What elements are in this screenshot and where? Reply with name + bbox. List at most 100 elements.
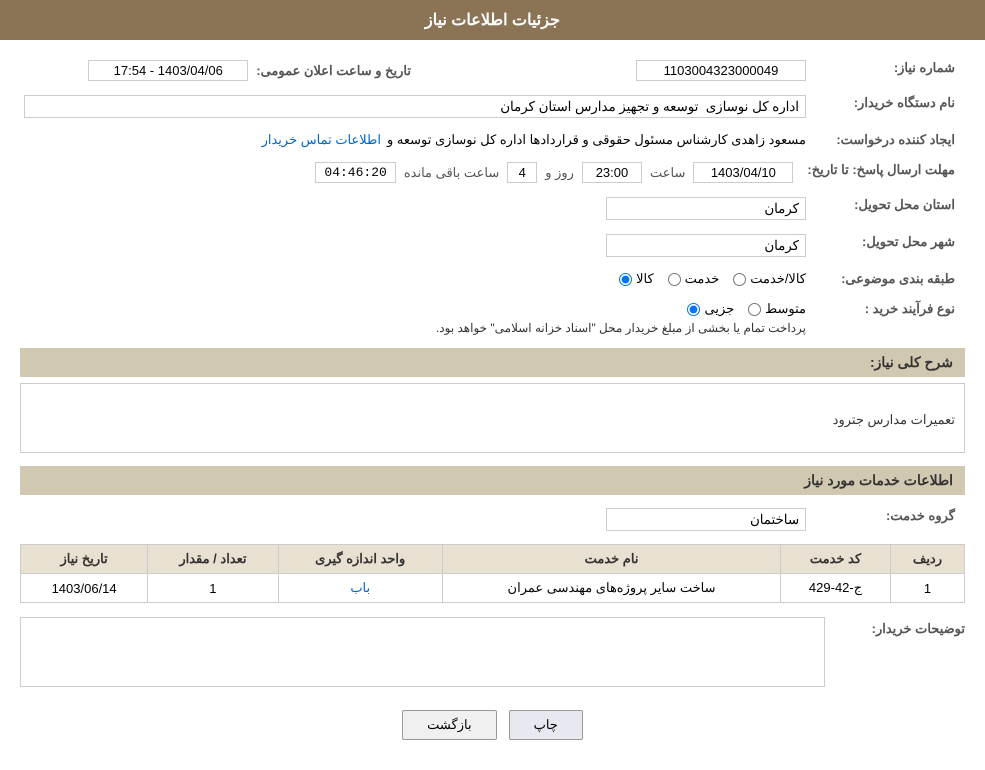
row-sharh: شرح کلی نیاز: تعمیرات مدارس جترود [20,348,965,456]
tabaqe-radio-khedmat-input[interactable] [668,273,681,286]
noe-radio-motevaset-input[interactable] [748,303,761,316]
col-tarikh: تاریخ نیاز [21,545,148,574]
buyer-desc-section: توضیحات خریدار: [20,617,965,690]
tarikh-label: تاریخ و ساعت اعلان عمومی: [256,63,411,79]
sharh-value-overlay: تعمیرات مدارس جترود [833,412,955,428]
ijad-label: ایجاد کننده درخواست: [810,127,965,153]
row-ijad: ایجاد کننده درخواست: مسعود زاهدی کارشناس… [20,127,965,153]
cell-radif: 1 [890,574,964,603]
buttons-row: بازگشت چاپ [20,710,965,740]
services-title-text: اطلاعات خدمات مورد نیاز [804,472,953,488]
mohlet-value-cell: 1403/04/10 ساعت 23:00 روز و 4 ساعت باقی … [20,157,797,188]
shomara-niaz-value: 1103004323000049 [411,55,810,86]
buyer-desc-textarea-wrapper [20,617,825,690]
shahr-input[interactable] [606,234,806,257]
tabaqe-radio-kala-khedmat[interactable]: کالا/خدمت [733,271,806,287]
col-tedad: تعداد / مقدار [148,545,278,574]
tabaqe-khedmat-label: خدمت [685,271,720,287]
cell-kod: ج-42-429 [781,574,891,603]
mohlet-timer-label: ساعت باقی مانده [404,165,499,181]
col-radif: ردیف [890,545,964,574]
noe-group: متوسط جزیی پرداخت تمام یا بخشی از مبلغ خ… [24,301,806,335]
row-shomara: شماره نیاز: 1103004323000049 تاریخ و ساع… [20,55,965,86]
cell-vahed: باب [278,574,442,603]
back-button[interactable]: بازگشت [402,710,496,740]
buyer-desc-textarea[interactable] [20,617,825,687]
services-section-title: اطلاعات خدمات مورد نیاز [20,466,965,495]
row-mohlet: مهلت ارسال پاسخ: تا تاریخ: 1403/04/10 سا… [20,157,965,188]
print-button[interactable]: چاپ [509,710,583,740]
mohlet-rooz-label: روز و [545,165,574,181]
services-table-body: 1 ج-42-429 ساخت سایر پروژه‌های مهندسی عم… [21,574,965,603]
col-nam: نام خدمت [442,545,780,574]
noe-radio-motevaset[interactable]: متوسط [748,301,806,317]
nam-dastgah-input[interactable] [24,95,806,118]
noe-value-cell: متوسط جزیی پرداخت تمام یا بخشی از مبلغ خ… [20,296,810,340]
group-khedmat-input[interactable] [606,508,806,531]
row-nam-dastgah: نام دستگاه خریدار: [20,90,965,123]
tabaqe-value-cell: کالا/خدمت خدمت کالا [20,266,810,292]
page-header: جزئیات اطلاعات نیاز [0,0,985,40]
noe-radio-group: متوسط جزیی [24,301,806,317]
mohlet-timer-box: 04:46:20 [315,162,395,183]
noe-radio-jozii-input[interactable] [687,303,700,316]
tarikh-group: تاریخ و ساعت اعلان عمومی: 1403/04/06 - 1… [20,55,411,86]
noe-label: نوع فرآیند خرید : [810,296,965,340]
noe-note: پرداخت تمام یا بخشی از مبلغ خریدار محل "… [24,321,806,335]
mohlet-date-box: 1403/04/10 [693,162,793,183]
cell-tarikh: 1403/06/14 [21,574,148,603]
ostan-label: استان محل تحویل: [810,192,965,225]
cell-tedad: 1 [148,574,278,603]
noe-jozii-label: جزیی [704,301,734,317]
tabaqe-radio-group: کالا/خدمت خدمت کالا [24,271,806,287]
cell-nam: ساخت سایر پروژه‌های مهندسی عمران [442,574,780,603]
tabaqe-label: طبقه بندی موضوعی: [810,266,965,292]
ostan-value-cell [20,192,810,225]
mohlet-saat-label: ساعت [650,165,685,181]
col-kod: کد خدمت [781,545,891,574]
col-vahed: واحد اندازه گیری [278,545,442,574]
ostan-input[interactable] [606,197,806,220]
tabaqe-radio-kala-input[interactable] [619,273,632,286]
buyer-desc-label: توضیحات خریدار: [835,617,965,637]
sharh-label: شرح کلی نیاز: [870,354,953,370]
services-table-head: ردیف کد خدمت نام خدمت واحد اندازه گیری ت… [21,545,965,574]
sharh-section-title: شرح کلی نیاز: [20,348,965,377]
tabaqe-radio-kala[interactable]: کالا [619,271,654,287]
ijad-value-cell: مسعود زاهدی کارشناس مسئول حقوقی و قراردا… [20,127,810,153]
shahr-value-cell [20,229,810,262]
row-group-khedmat: گروه خدمت: [20,503,965,536]
shomara-niaz-label: شماره نیاز: [810,55,965,86]
shomara-niaz-box: 1103004323000049 [636,60,806,81]
noe-radio-jozii[interactable]: جزیی [687,301,734,317]
tarikh-value: 1403/04/06 - 17:54 [88,60,248,81]
services-table-header-row: ردیف کد خدمت نام خدمت واحد اندازه گیری ت… [21,545,965,574]
row-shahr: شهر محل تحویل: [20,229,965,262]
shahr-label: شهر محل تحویل: [810,229,965,262]
noe-motevaset-label: متوسط [765,301,806,317]
timer-row: 1403/04/10 ساعت 23:00 روز و 4 ساعت باقی … [24,162,793,183]
ijad-link[interactable]: اطلاعات تماس خریدار [262,132,381,148]
tabaqe-radio-khedmat[interactable]: خدمت [668,271,720,287]
mohlet-label: مهلت ارسال پاسخ: تا تاریخ: [797,157,965,188]
table-row: 1 ج-42-429 ساخت سایر پروژه‌های مهندسی عم… [21,574,965,603]
tabaqe-kala-label: کالا [636,271,654,287]
nam-dastgah-value [20,90,810,123]
ijad-value-text: مسعود زاهدی کارشناس مسئول حقوقی و قراردا… [387,132,806,148]
services-table: ردیف کد خدمت نام خدمت واحد اندازه گیری ت… [20,544,965,603]
page-wrapper: جزئیات اطلاعات نیاز شماره نیاز: 11030043… [0,0,985,770]
page-title: جزئیات اطلاعات نیاز [425,12,560,29]
row-noe: نوع فرآیند خرید : متوسط جزیی پرداخت تمام… [20,296,965,340]
group-khedmat-value-cell [20,503,810,536]
content-area: شماره نیاز: 1103004323000049 تاریخ و ساع… [0,40,985,770]
group-khedmat-label: گروه خدمت: [810,503,965,536]
tabaqe-kala-khedmat-label: کالا/خدمت [750,271,806,287]
sharh-textarea[interactable] [20,383,965,453]
row-tabaqe: طبقه بندی موضوعی: کالا/خدمت خدمت کالا [20,266,965,292]
row-ostan: استان محل تحویل: [20,192,965,225]
mohlet-saat-box: 23:00 [582,162,642,183]
sharh-textarea-wrapper: تعمیرات مدارس جترود [20,383,965,456]
mohlet-rooz-box: 4 [507,162,537,183]
nam-dastgah-label: نام دستگاه خریدار: [810,90,965,123]
tabaqe-radio-kala-khedmat-input[interactable] [733,273,746,286]
